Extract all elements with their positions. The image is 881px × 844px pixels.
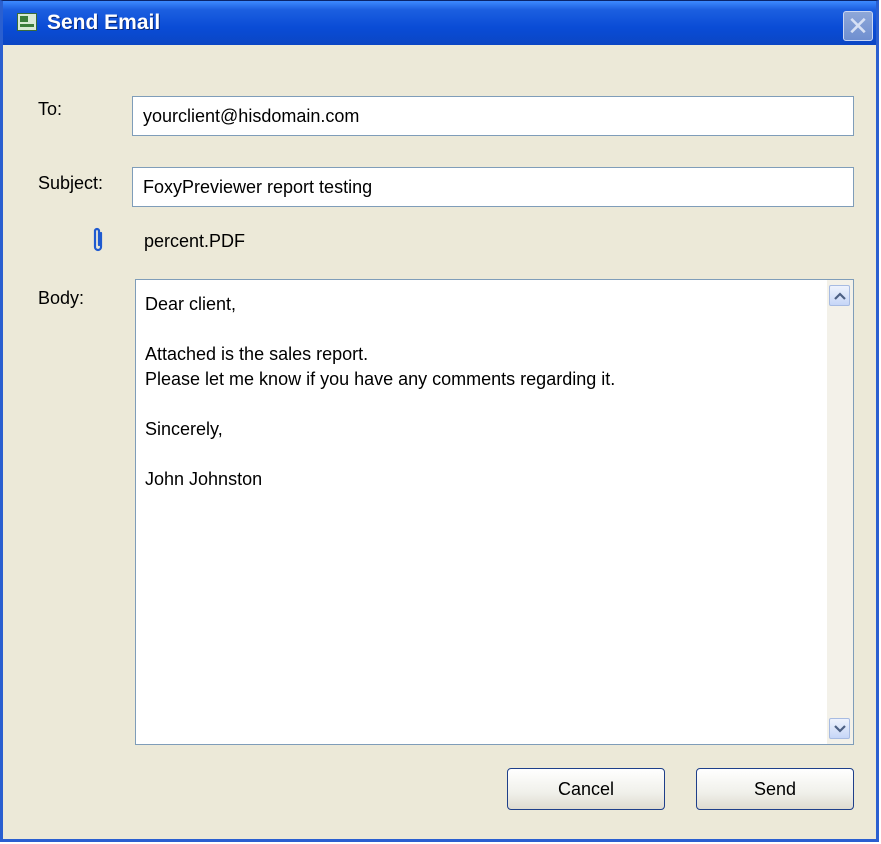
subject-label: Subject: <box>38 173 104 193</box>
body-text: Dear client, Attached is the sales repor… <box>145 294 616 489</box>
send-button[interactable]: Send <box>696 768 854 810</box>
title-bar[interactable]: Send Email ✕ <box>3 1 876 45</box>
cancel-button[interactable]: Cancel <box>507 768 665 810</box>
body-label: Body: <box>38 288 85 308</box>
window-title: Send Email <box>47 11 161 34</box>
subject-field[interactable]: FoxyPreviewer report testing <box>132 167 854 207</box>
scroll-down-button[interactable] <box>829 718 850 739</box>
chevron-down-icon <box>834 725 846 733</box>
vertical-scrollbar[interactable] <box>827 280 853 744</box>
close-button[interactable]: ✕ <box>843 11 873 41</box>
attachment-name[interactable]: percent.PDF <box>144 231 245 252</box>
body-textarea[interactable]: Dear client, Attached is the sales repor… <box>135 279 854 745</box>
chevron-up-icon <box>834 292 846 300</box>
to-field[interactable]: yourclient@hisdomain.com <box>132 96 854 136</box>
paperclip-icon[interactable] <box>91 227 105 253</box>
to-label: To: <box>38 99 63 119</box>
send-email-dialog: Send Email ✕ To: yourclient@hisdomain.co… <box>0 0 879 842</box>
email-app-icon <box>17 13 37 31</box>
scroll-up-button[interactable] <box>829 285 850 306</box>
